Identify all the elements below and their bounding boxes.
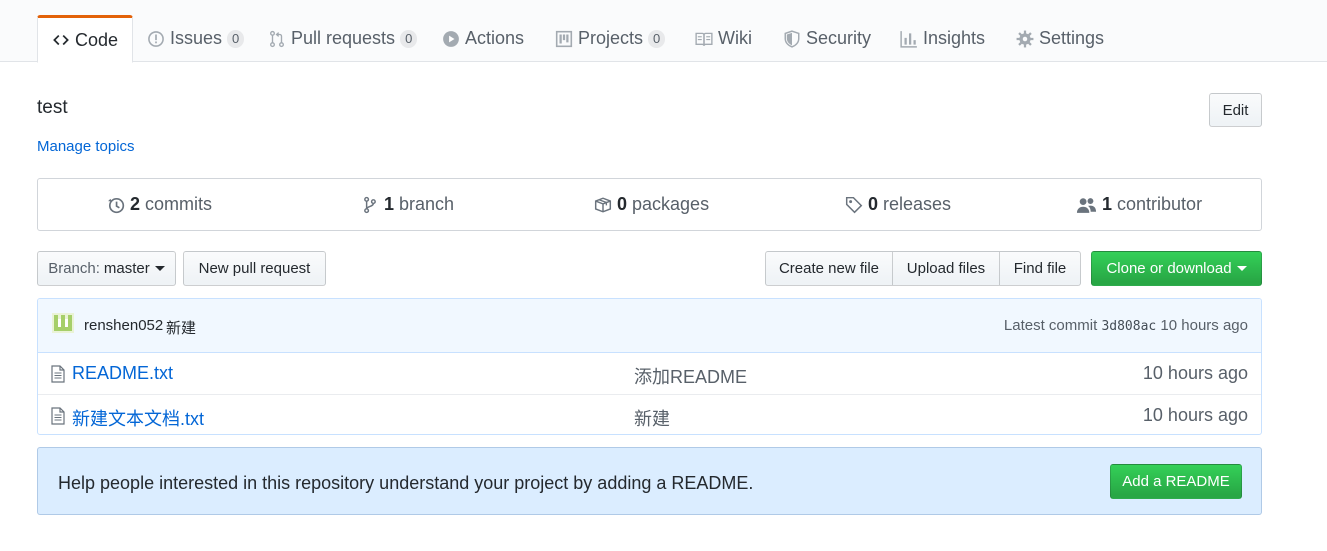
file-age: 10 hours ago (1142, 405, 1248, 425)
project-icon (555, 30, 573, 48)
issue-opened-icon (147, 30, 165, 48)
file-name-link[interactable]: README.txt (72, 363, 173, 384)
tab-label: Wiki (718, 28, 752, 48)
commit-sha-link[interactable]: 3d808ac (1101, 319, 1156, 334)
manage-topics-link[interactable]: Manage topics (37, 138, 135, 155)
contributors-label: contributor (1117, 194, 1203, 214)
tab-label: Security (806, 28, 872, 48)
history-icon (107, 196, 125, 214)
releases-count: 0 (868, 194, 879, 214)
file-commit-message-link[interactable]: 添加README (634, 363, 747, 389)
releases-link[interactable]: 0 releases (845, 179, 951, 230)
readme-prompt: Help people interested in this repositor… (37, 447, 1262, 515)
tab-label: Actions (465, 28, 525, 48)
contributors-count: 1 (1102, 194, 1113, 214)
branch-select-button[interactable]: Branch: master (37, 251, 176, 286)
file-name-link[interactable]: 新建文本文档.txt (72, 405, 204, 431)
new-pull-request-button[interactable]: New pull request (183, 251, 326, 286)
tab-security[interactable]: Security (783, 15, 871, 62)
contributors-link[interactable]: 1 contributor (1076, 179, 1202, 230)
numbers-summary: 2 commits 1 branch 0 packages 0 releases… (37, 178, 1262, 231)
create-new-file-button[interactable]: Create new file (765, 251, 893, 286)
branch-prefix: Branch: (48, 260, 100, 277)
caret-down-icon (154, 266, 165, 271)
commits-link[interactable]: 2 commits (107, 179, 212, 230)
commits-label: commits (145, 194, 213, 214)
file-row: 新建文本文档.txt 新建 10 hours ago (38, 394, 1261, 434)
repo-nav-tabs: Code Issues 0 Pull requests 0 Actions Pr… (0, 0, 1327, 63)
issues-counter: 0 (227, 29, 245, 48)
git-pull-request-icon (268, 30, 286, 48)
shield-icon (783, 29, 801, 48)
book-icon (695, 30, 713, 48)
branches-label: branch (399, 194, 455, 214)
clone-label: Clone or download (1106, 260, 1232, 277)
repo-description: test (37, 97, 68, 118)
releases-label: releases (883, 194, 952, 214)
branches-count: 1 (384, 194, 395, 214)
commit-author-link[interactable]: renshen052 (84, 317, 163, 334)
tab-settings[interactable]: Settings (1016, 15, 1104, 62)
projects-counter: 0 (648, 29, 666, 48)
tab-wiki[interactable]: Wiki (695, 15, 752, 62)
file-actions-group: Create new file Upload files Find file (765, 251, 1081, 286)
graph-icon (900, 30, 918, 48)
tab-label: Insights (923, 28, 986, 48)
packages-label: packages (632, 194, 710, 214)
tab-pull-requests[interactable]: Pull requests 0 (268, 15, 418, 62)
avatar[interactable] (52, 313, 74, 333)
tab-label: Pull requests (291, 28, 396, 48)
file-list: renshen052 新建 Latest commit 3d808ac 10 h… (37, 298, 1262, 435)
pull-requests-counter: 0 (400, 29, 418, 48)
git-branch-icon (361, 196, 379, 214)
latest-commit-info: Latest commit 3d808ac 10 hours ago (1004, 317, 1248, 334)
people-icon (1076, 196, 1097, 214)
tab-label: Issues (170, 28, 223, 48)
edit-button[interactable]: Edit (1209, 93, 1262, 127)
commit-tease: renshen052 新建 Latest commit 3d808ac 10 h… (38, 299, 1261, 353)
tab-label: Code (75, 29, 119, 50)
tag-icon (845, 196, 863, 214)
file-icon (50, 407, 66, 425)
commit-message-link[interactable]: 新建 (166, 317, 196, 338)
gear-icon (1016, 30, 1034, 48)
tab-actions[interactable]: Actions (442, 15, 524, 62)
file-icon (50, 365, 66, 383)
code-icon (52, 31, 70, 49)
latest-commit-prefix: Latest commit (1003, 317, 1098, 334)
tab-label: Settings (1039, 28, 1105, 48)
readme-prompt-text: Help people interested in this repositor… (58, 473, 754, 493)
file-age: 10 hours ago (1142, 363, 1248, 383)
find-file-button[interactable]: Find file (999, 251, 1081, 286)
play-icon (442, 30, 460, 48)
add-readme-button[interactable]: Add a README (1110, 464, 1242, 499)
tab-insights[interactable]: Insights (900, 15, 985, 62)
branch-name: master (103, 260, 150, 277)
caret-down-icon (1236, 266, 1247, 271)
clone-or-download-button[interactable]: Clone or download (1091, 251, 1262, 286)
tab-issues[interactable]: Issues 0 (147, 15, 245, 62)
tab-projects[interactable]: Projects 0 (555, 15, 666, 62)
package-icon (594, 196, 612, 214)
packages-count: 0 (617, 194, 628, 214)
branches-link[interactable]: 1 branch (361, 179, 454, 230)
file-commit-message-link[interactable]: 新建 (634, 405, 670, 431)
upload-files-button[interactable]: Upload files (892, 251, 1000, 286)
latest-commit-age: 10 hours ago (1160, 317, 1248, 334)
file-row: README.txt 添加README 10 hours ago (38, 353, 1261, 394)
packages-link[interactable]: 0 packages (594, 179, 709, 230)
commits-count: 2 (130, 194, 141, 214)
tab-code[interactable]: Code (37, 15, 134, 63)
tab-label: Projects (578, 28, 644, 48)
